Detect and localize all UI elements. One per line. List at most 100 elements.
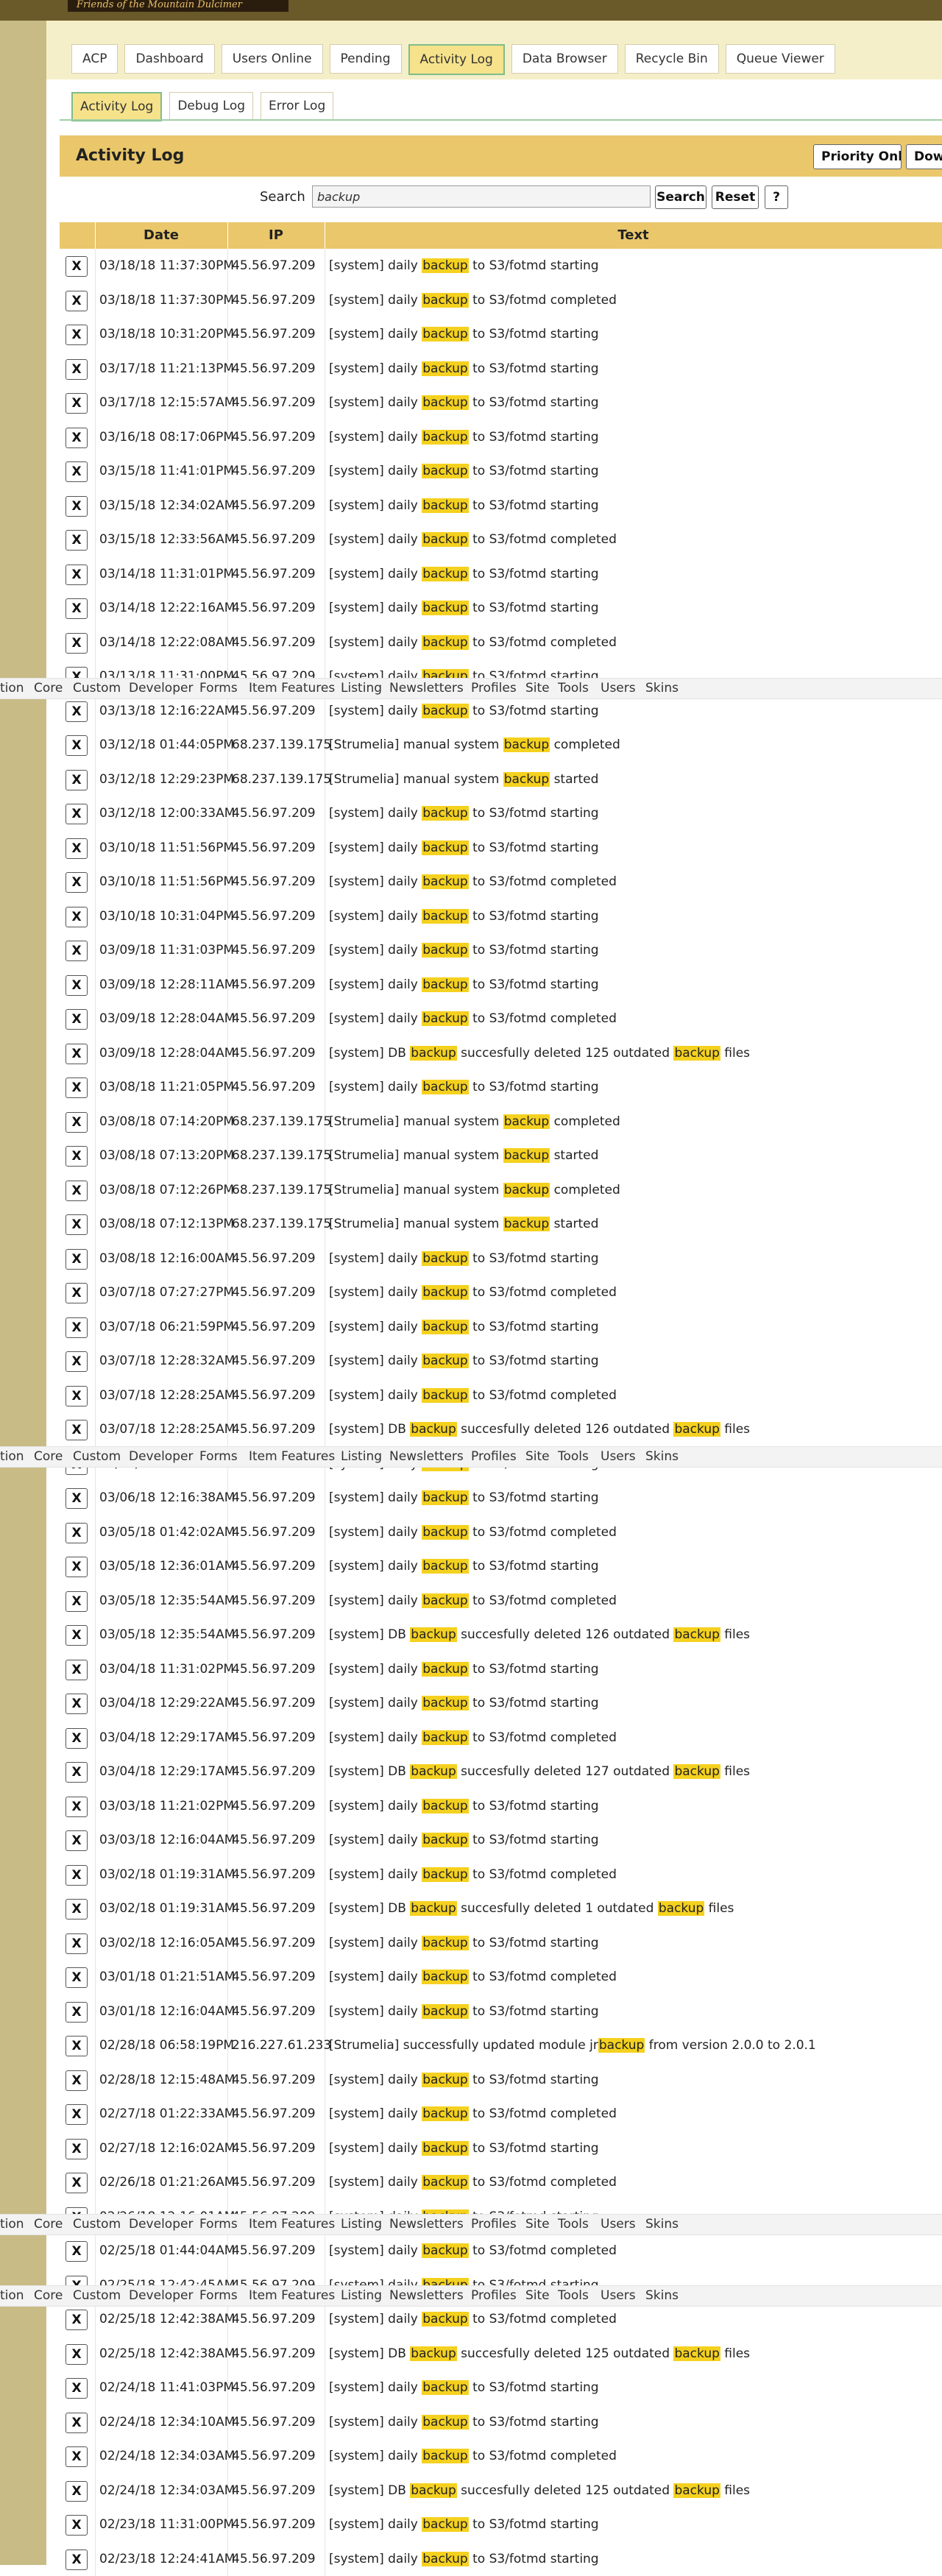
category-item[interactable]: Site	[525, 2215, 550, 2234]
category-item[interactable]: Site	[525, 2286, 550, 2306]
delete-entry-button[interactable]: X	[65, 428, 88, 448]
tab-pending[interactable]: Pending	[330, 44, 402, 74]
tab-queue-viewer[interactable]: Queue Viewer	[726, 44, 835, 74]
delete-entry-button[interactable]: X	[65, 838, 88, 859]
tab-recycle-bin[interactable]: Recycle Bin	[625, 44, 719, 74]
delete-entry-button[interactable]: X	[65, 1728, 88, 1749]
category-item[interactable]: Profiles	[471, 2215, 517, 2234]
delete-entry-button[interactable]: X	[65, 1933, 88, 1954]
category-item[interactable]: Skins	[645, 2215, 679, 2234]
delete-entry-button[interactable]: X	[65, 461, 88, 482]
delete-entry-button[interactable]: X	[65, 1146, 88, 1167]
category-item[interactable]: Newsletters	[389, 679, 464, 698]
delete-entry-button[interactable]: X	[65, 2344, 88, 2365]
delete-entry-button[interactable]: X	[65, 2139, 88, 2159]
delete-entry-button[interactable]: X	[65, 1386, 88, 1406]
category-item[interactable]: Item Features	[249, 679, 335, 698]
category-item[interactable]: Item Features	[249, 1447, 335, 1467]
category-item[interactable]: Core	[34, 1447, 63, 1467]
delete-entry-button[interactable]: X	[65, 1625, 88, 1646]
delete-entry-button[interactable]: X	[65, 633, 88, 654]
category-item[interactable]: Skins	[645, 1447, 679, 1467]
delete-entry-button[interactable]: X	[65, 1523, 88, 1543]
tab-acp[interactable]: ACP	[71, 44, 118, 74]
category-item[interactable]: Listing	[341, 679, 382, 698]
delete-entry-button[interactable]: X	[65, 1351, 88, 1372]
delete-entry-button[interactable]: X	[65, 496, 88, 517]
delete-entry-button[interactable]: X	[65, 1488, 88, 1509]
delete-entry-button[interactable]: X	[65, 2104, 88, 2125]
delete-entry-button[interactable]: X	[65, 1181, 88, 1201]
category-item[interactable]: Forms	[199, 2215, 238, 2234]
delete-entry-button[interactable]: X	[65, 2550, 88, 2570]
subtab-debug-log[interactable]: Debug Log	[169, 92, 253, 120]
delete-entry-button[interactable]: X	[65, 735, 88, 756]
delete-entry-button[interactable]: X	[65, 393, 88, 414]
column-header-date[interactable]: Date	[95, 222, 227, 249]
category-item[interactable]: Developer	[129, 2215, 193, 2234]
category-item[interactable]: Custom	[73, 1447, 121, 1467]
delete-entry-button[interactable]: X	[65, 1283, 88, 1303]
category-item[interactable]: Newsletters	[389, 2215, 464, 2234]
delete-entry-button[interactable]: X	[65, 804, 88, 824]
category-item[interactable]: tion	[0, 1447, 24, 1467]
category-item[interactable]: Profiles	[471, 2286, 517, 2306]
column-header-ip[interactable]: IP	[227, 222, 325, 249]
category-item[interactable]: Tools	[558, 1447, 589, 1467]
delete-entry-button[interactable]: X	[65, 2446, 88, 2467]
delete-entry-button[interactable]: X	[65, 1591, 88, 1612]
delete-entry-button[interactable]: X	[65, 1249, 88, 1270]
site-logo[interactable]: Friends of the Mountain Dulcimer	[68, 0, 288, 12]
category-item[interactable]: tion	[0, 2286, 24, 2306]
category-item[interactable]: Forms	[199, 679, 238, 698]
category-item[interactable]: Listing	[341, 2286, 382, 2306]
delete-entry-button[interactable]: X	[65, 1420, 88, 1440]
delete-entry-button[interactable]: X	[65, 1797, 88, 1817]
category-item[interactable]: Listing	[341, 2215, 382, 2234]
delete-entry-button[interactable]: X	[65, 1865, 88, 1886]
category-item[interactable]: Custom	[73, 2286, 121, 2306]
delete-entry-button[interactable]: X	[65, 770, 88, 790]
delete-entry-button[interactable]: X	[65, 1317, 88, 1338]
category-item[interactable]: tion	[0, 2215, 24, 2234]
category-item[interactable]: Skins	[645, 2286, 679, 2306]
delete-entry-button[interactable]: X	[65, 1557, 88, 1577]
category-item[interactable]: Custom	[73, 2215, 121, 2234]
delete-entry-button[interactable]: X	[65, 1044, 88, 1064]
category-item[interactable]: Item Features	[249, 2215, 335, 2234]
delete-entry-button[interactable]: X	[65, 1009, 88, 1030]
delete-entry-button[interactable]: X	[65, 2241, 88, 2262]
category-item[interactable]: Profiles	[471, 679, 517, 698]
delete-entry-button[interactable]: X	[65, 2036, 88, 2056]
delete-entry-button[interactable]: X	[65, 291, 88, 311]
reset-button[interactable]: Reset	[712, 185, 759, 209]
subtab-error-log[interactable]: Error Log	[261, 92, 333, 120]
category-item[interactable]: Item Features	[249, 2286, 335, 2306]
category-item[interactable]: Tools	[558, 2215, 589, 2234]
search-input[interactable]	[312, 185, 651, 208]
delete-entry-button[interactable]: X	[65, 325, 88, 345]
priority-only-button[interactable]: Priority Only	[813, 144, 902, 169]
tab-users-online[interactable]: Users Online	[222, 44, 323, 74]
category-item[interactable]: Forms	[199, 1447, 238, 1467]
category-item[interactable]: Users	[601, 679, 636, 698]
delete-entry-button[interactable]: X	[65, 359, 88, 380]
category-item[interactable]: Site	[525, 1447, 550, 1467]
category-item[interactable]: Developer	[129, 679, 193, 698]
column-header-text[interactable]: Text	[325, 222, 942, 249]
category-item[interactable]: Newsletters	[389, 2286, 464, 2306]
delete-entry-button[interactable]: X	[65, 2413, 88, 2433]
delete-entry-button[interactable]: X	[65, 565, 88, 585]
delete-entry-button[interactable]: X	[65, 1830, 88, 1851]
category-item[interactable]: Skins	[645, 679, 679, 698]
delete-entry-button[interactable]: X	[65, 256, 88, 277]
category-item[interactable]: Tools	[558, 2286, 589, 2306]
category-item[interactable]: Forms	[199, 2286, 238, 2306]
category-item[interactable]: tion	[0, 679, 24, 698]
help-button[interactable]: ?	[765, 185, 788, 209]
delete-entry-button[interactable]: X	[65, 530, 88, 551]
category-item[interactable]: Newsletters	[389, 1447, 464, 1467]
category-item[interactable]: Profiles	[471, 1447, 517, 1467]
delete-entry-button[interactable]: X	[65, 1694, 88, 1714]
delete-entry-button[interactable]: X	[65, 1967, 88, 1988]
